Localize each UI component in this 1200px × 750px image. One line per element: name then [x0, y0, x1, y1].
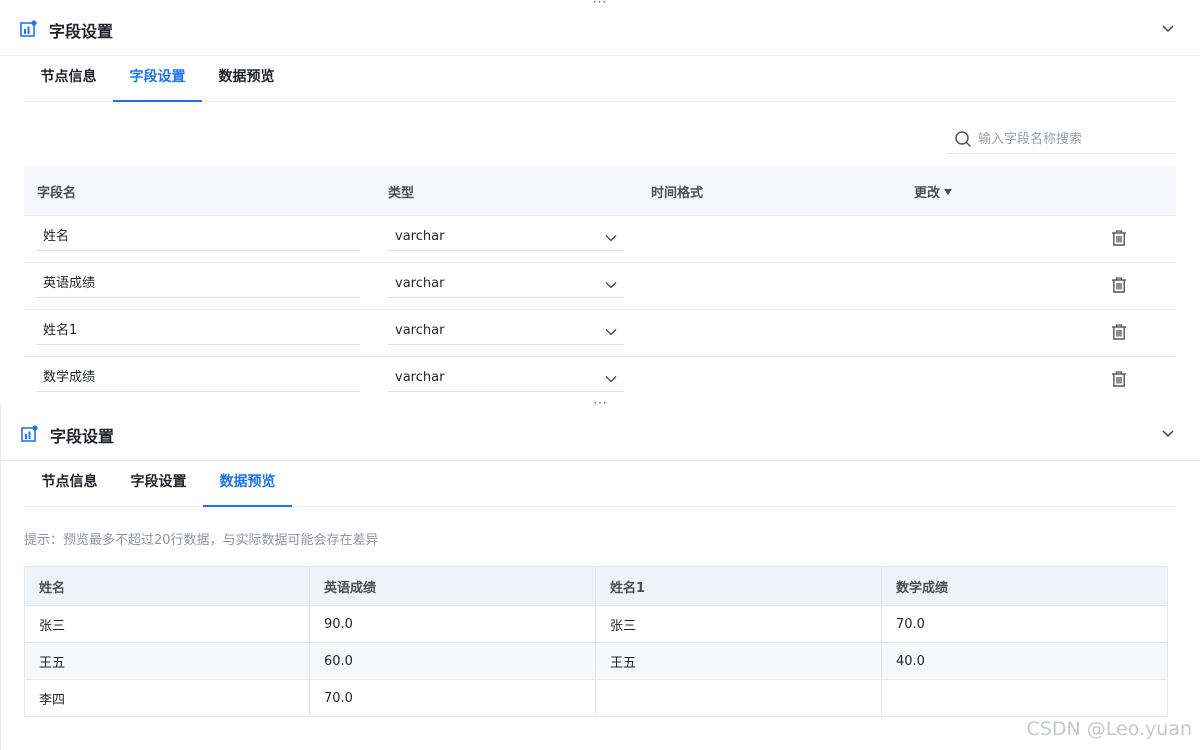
- field-type-value: varchar: [395, 370, 445, 385]
- column-header-time-format: 时间格式: [651, 186, 704, 201]
- panel-title: 字段设置: [49, 22, 114, 41]
- field-type-select[interactable]: varchar: [388, 225, 624, 251]
- table-row: 英语成绩 varchar: [24, 263, 1176, 310]
- field-type-select[interactable]: varchar: [388, 272, 624, 298]
- search-input[interactable]: [978, 126, 1174, 152]
- field-name-input[interactable]: 姓名1: [37, 319, 360, 345]
- table-header: 字段名 类型 时间格式 更改: [24, 166, 1176, 216]
- chevron-down-icon[interactable]: [1160, 425, 1176, 441]
- trash-icon[interactable]: [1110, 323, 1128, 341]
- panel-header: 字段设置: [0, 0, 1200, 56]
- table-cell: [595, 679, 882, 717]
- tab-bar: 节点信息 字段设置 数据预览: [24, 56, 1176, 102]
- tab-field-settings[interactable]: 字段设置: [113, 56, 202, 102]
- field-name-input[interactable]: 数学成绩: [37, 366, 360, 392]
- node-settings-icon: [21, 425, 38, 442]
- preview-hint: 提示：预览最多不超过20行数据，与实际数据可能会存在差异: [24, 533, 379, 548]
- caret-down-icon: [944, 189, 953, 195]
- tab-data-preview[interactable]: 数据预览: [202, 56, 291, 102]
- panel-header: 字段设置: [1, 405, 1200, 461]
- column-header-change-label: 更改: [914, 186, 941, 201]
- chevron-down-icon[interactable]: [1160, 20, 1176, 36]
- table-cell: 70.0: [881, 605, 1168, 643]
- table-cell: 张三: [24, 605, 310, 643]
- field-type-value: varchar: [395, 323, 445, 338]
- column-header: 姓名: [24, 566, 310, 606]
- chevron-down-icon: [605, 235, 617, 242]
- field-type-value: varchar: [395, 276, 445, 291]
- column-header: 姓名1: [595, 566, 882, 606]
- table-cell: 60.0: [309, 642, 596, 680]
- panel-title: 字段设置: [50, 427, 115, 446]
- table-cell: 张三: [595, 605, 882, 643]
- chevron-down-icon: [605, 282, 617, 289]
- chevron-down-icon: [605, 329, 617, 336]
- field-name-input[interactable]: 英语成绩: [37, 272, 360, 298]
- field-type-select[interactable]: varchar: [388, 366, 624, 392]
- trash-icon[interactable]: [1110, 370, 1128, 388]
- trash-icon[interactable]: [1110, 276, 1128, 294]
- table-row: 王五 60.0 王五 40.0: [24, 642, 1168, 680]
- search-icon: [955, 131, 972, 148]
- tab-field-settings[interactable]: 字段设置: [114, 461, 203, 507]
- table-cell: 王五: [24, 642, 310, 680]
- preview-table: 姓名 英语成绩 姓名1 数学成绩 张三 90.0 张三 70.0 王五 60.0…: [24, 566, 1168, 717]
- table-row: 姓名 varchar: [24, 216, 1176, 263]
- tab-data-preview[interactable]: 数据预览: [203, 461, 292, 507]
- table-cell: 40.0: [881, 642, 1168, 680]
- fields-table: 字段名 类型 时间格式 更改 姓名 varchar 英语成绩 varchar 姓…: [24, 166, 1176, 404]
- tab-node-info[interactable]: 节点信息: [24, 56, 113, 102]
- column-header-name: 字段名: [37, 186, 77, 201]
- table-cell: 王五: [595, 642, 882, 680]
- field-type-select[interactable]: varchar: [388, 319, 624, 345]
- table-header: 姓名 英语成绩 姓名1 数学成绩: [24, 566, 1168, 606]
- tab-node-info[interactable]: 节点信息: [25, 461, 114, 507]
- column-header: 英语成绩: [309, 566, 596, 606]
- field-name-input[interactable]: 姓名: [37, 225, 360, 251]
- table-row: 张三 90.0 张三 70.0: [24, 605, 1168, 643]
- column-header-change[interactable]: 更改: [914, 182, 953, 201]
- table-cell: 70.0: [309, 679, 596, 717]
- table-row: 姓名1 varchar: [24, 310, 1176, 357]
- table-cell: 90.0: [309, 605, 596, 643]
- search-box: [948, 124, 1176, 154]
- tab-bar: 节点信息 字段设置 数据预览: [25, 461, 1176, 507]
- watermark: CSDN @Leo.yuan: [1026, 718, 1192, 740]
- table-cell: [881, 679, 1168, 717]
- node-settings-icon: [20, 20, 37, 37]
- column-header-type: 类型: [388, 186, 415, 201]
- table-cell: 李四: [24, 679, 310, 717]
- field-type-value: varchar: [395, 229, 445, 244]
- chevron-down-icon: [605, 376, 617, 383]
- field-settings-panel-top: ··· 字段设置 节点信息 字段设置 数据预览 字段名 类型 时间格式 更改: [0, 0, 1200, 404]
- table-row: 李四 70.0: [24, 679, 1168, 717]
- column-header: 数学成绩: [881, 566, 1168, 606]
- trash-icon[interactable]: [1110, 229, 1128, 247]
